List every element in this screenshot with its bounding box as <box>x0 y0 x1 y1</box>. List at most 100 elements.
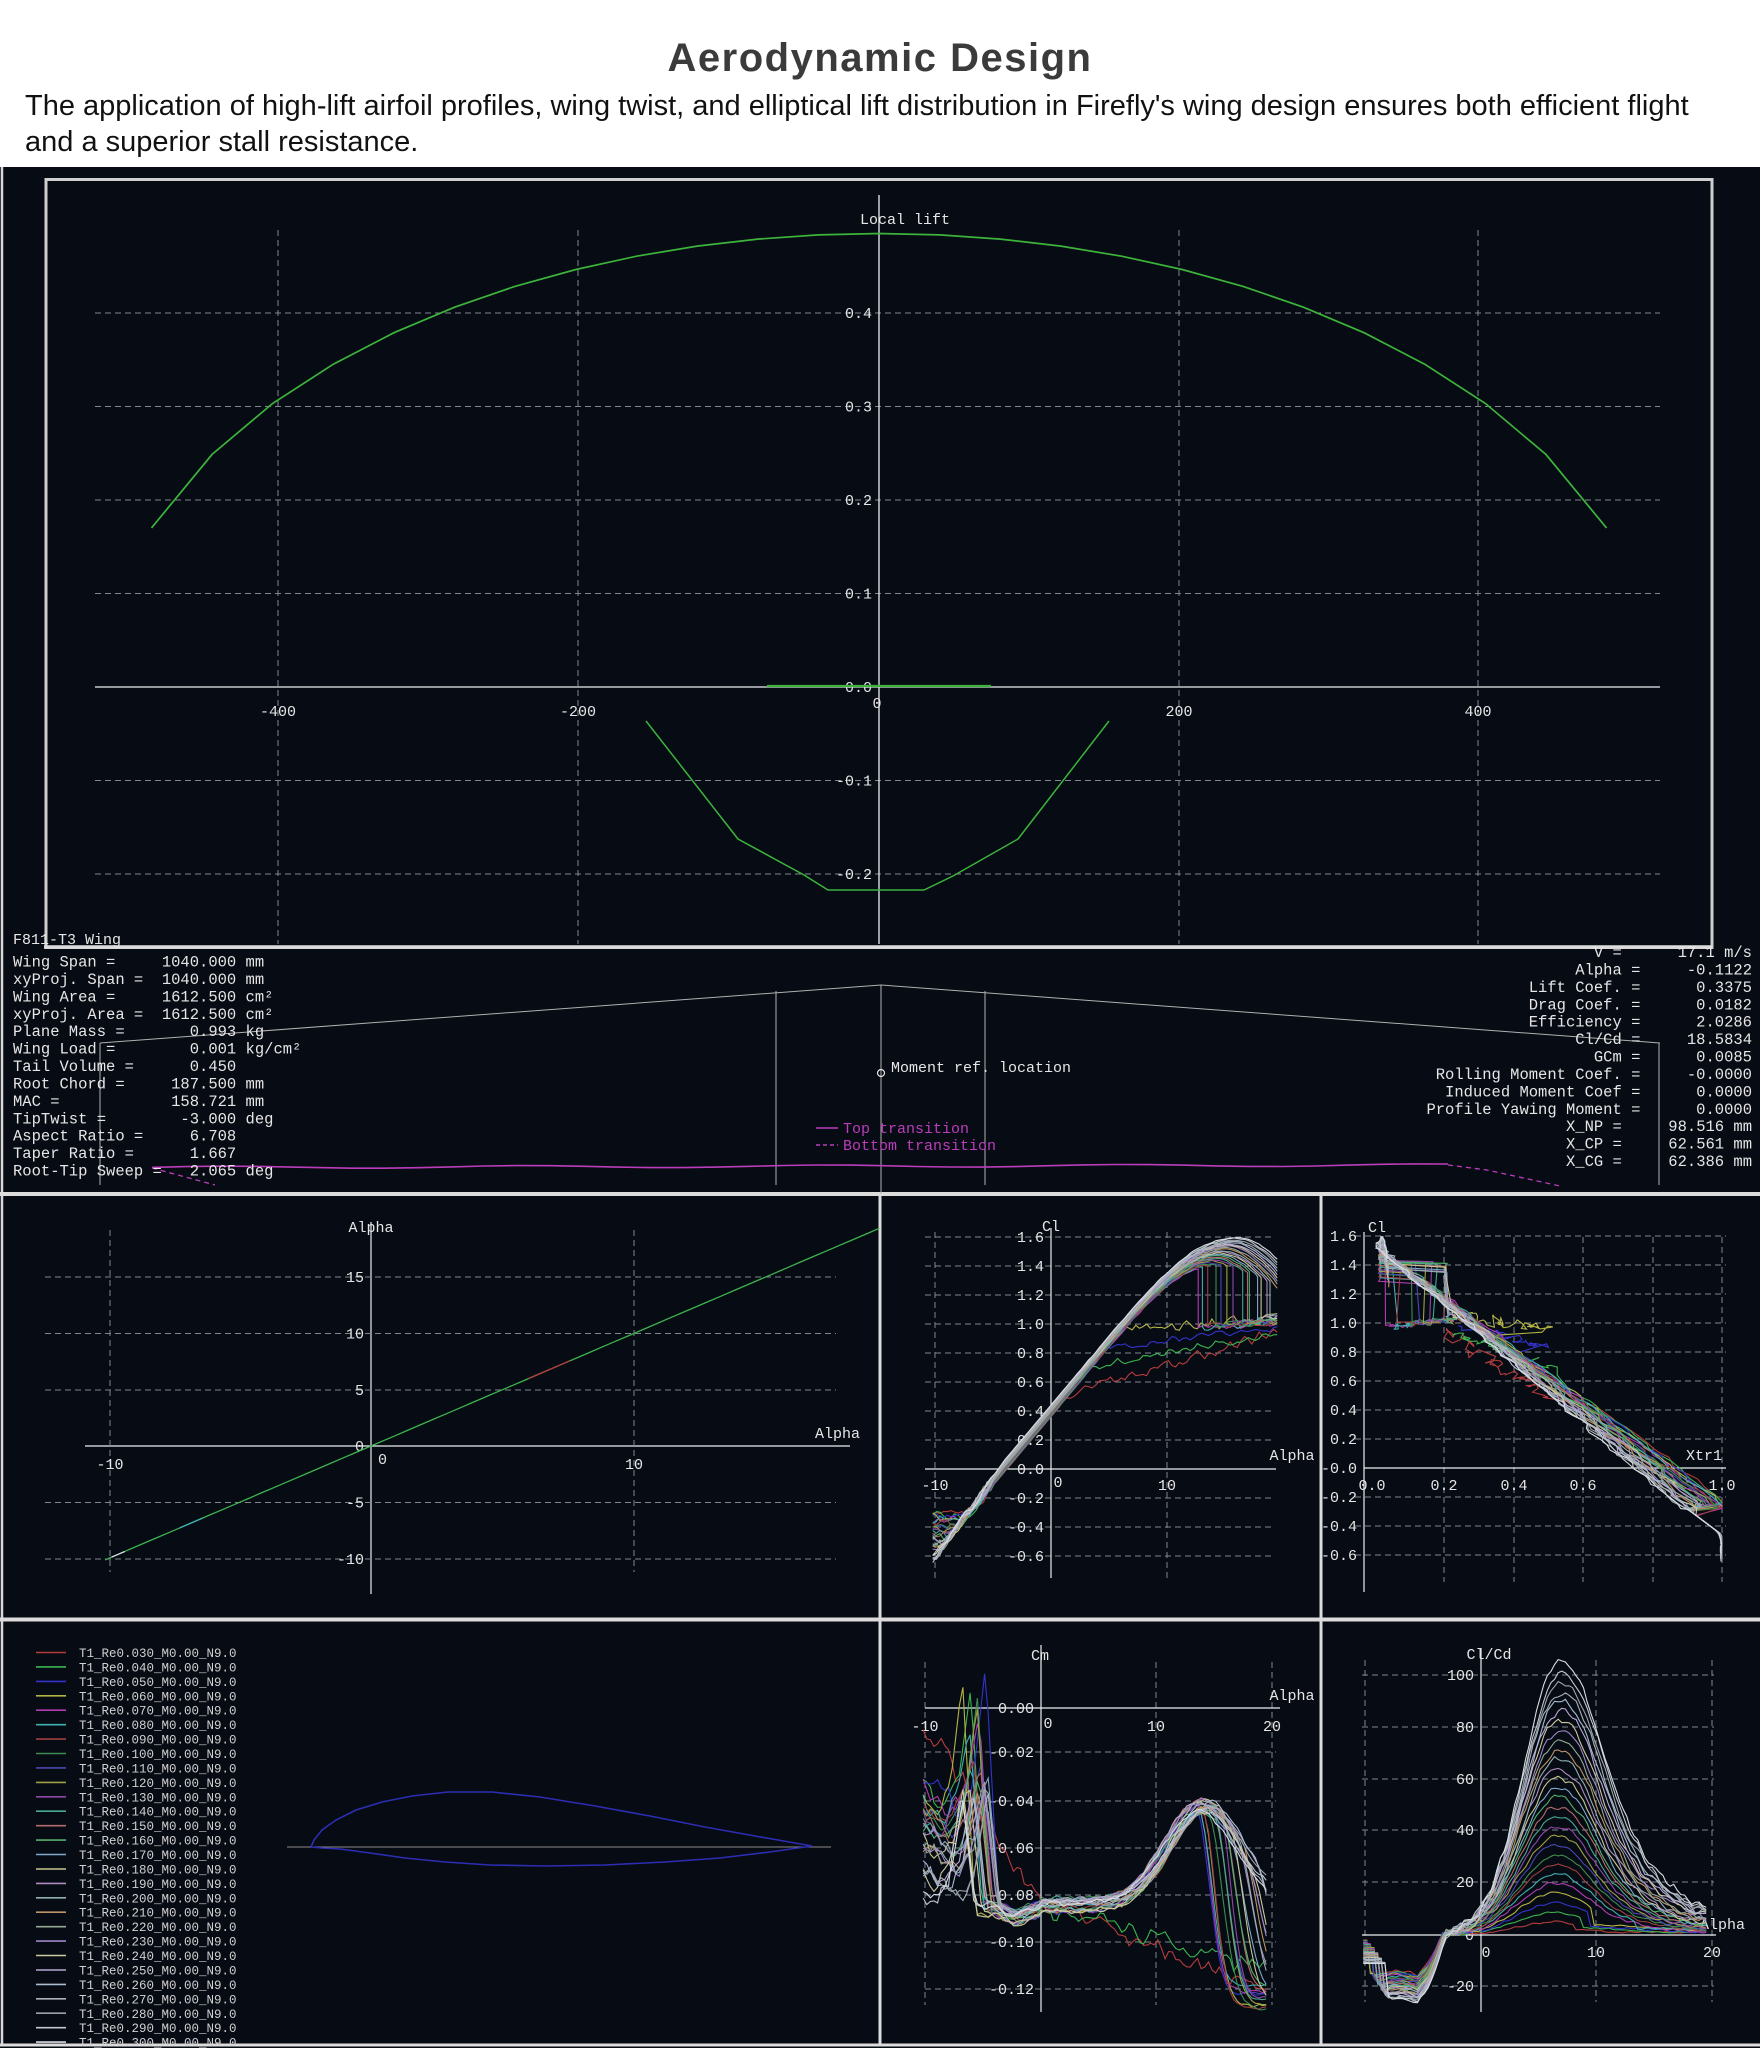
svg-text:-10: -10 <box>96 1457 123 1474</box>
svg-text:T1_Re0.160_M0.00_N9.0: T1_Re0.160_M0.00_N9.0 <box>79 1835 237 1849</box>
svg-text:Wing Area = 1612.500 cm²: Wing Area = 1612.500 cm² <box>13 988 273 1006</box>
svg-text:V = 17.1 m/s: V = 17.1 m/s <box>1594 944 1752 962</box>
svg-text:Cl: Cl <box>1368 1220 1386 1237</box>
svg-text:10: 10 <box>1587 1945 1605 1962</box>
svg-text:0: 0 <box>1053 1475 1062 1492</box>
svg-text:T1_Re0.220_M0.00_N9.0: T1_Re0.220_M0.00_N9.0 <box>79 1921 237 1935</box>
svg-text:xyProj. Span = 1040.000 mm: xyProj. Span = 1040.000 mm <box>13 971 264 989</box>
svg-text:0: 0 <box>355 1439 364 1456</box>
svg-text:T1_Re0.050_M0.00_N9.0: T1_Re0.050_M0.00_N9.0 <box>79 1676 237 1690</box>
svg-text:T1_Re0.190_M0.00_N9.0: T1_Re0.190_M0.00_N9.0 <box>79 1878 237 1892</box>
svg-text:Alpha = -0.1122: Alpha = -0.1122 <box>1575 961 1752 979</box>
svg-text:10: 10 <box>346 1327 364 1344</box>
svg-text:T1_Re0.120_M0.00_N9.0: T1_Re0.120_M0.00_N9.0 <box>79 1777 237 1791</box>
svg-text:Root-Tip Sweep = 2.065 deg: Root-Tip Sweep = 2.065 deg <box>13 1163 273 1181</box>
svg-text:0.2: 0.2 <box>1430 1478 1457 1495</box>
svg-text:Drag Coef. = 0.0182: Drag Coef. = 0.0182 <box>1529 996 1752 1014</box>
svg-text:T1_Re0.280_M0.00_N9.0: T1_Re0.280_M0.00_N9.0 <box>79 2008 237 2022</box>
svg-text:0.1: 0.1 <box>845 587 872 604</box>
svg-text:1.6: 1.6 <box>1330 1229 1357 1246</box>
svg-text:-10: -10 <box>337 1552 364 1569</box>
svg-text:-0.04: -0.04 <box>989 1794 1034 1811</box>
svg-text:T1_Re0.270_M0.00_N9.0: T1_Re0.270_M0.00_N9.0 <box>79 1993 237 2007</box>
svg-text:0.4: 0.4 <box>845 306 872 323</box>
svg-text:-0.10: -0.10 <box>989 1935 1034 1952</box>
svg-text:0.6: 0.6 <box>1330 1374 1357 1391</box>
svg-text:1.2: 1.2 <box>1017 1288 1044 1305</box>
svg-text:Profile Yawing Moment = 0: Profile Yawing Moment = 0.0000 <box>1426 1101 1752 1119</box>
svg-text:-0.0: -0.0 <box>1321 1461 1357 1478</box>
svg-text:-0.4: -0.4 <box>1008 1520 1044 1537</box>
svg-text:Moment ref. location: Moment ref. location <box>891 1060 1071 1077</box>
svg-text:T1_Re0.070_M0.00_N9.0: T1_Re0.070_M0.00_N9.0 <box>79 1705 237 1719</box>
svg-text:T1_Re0.200_M0.00_N9.0: T1_Re0.200_M0.00_N9.0 <box>79 1892 237 1906</box>
svg-text:Root Chord = 187.500 mm: Root Chord = 187.500 mm <box>13 1075 264 1093</box>
svg-text:20: 20 <box>1456 1875 1474 1892</box>
svg-text:GCm = 0.0085: GCm = 0.0085 <box>1594 1049 1752 1067</box>
svg-text:15: 15 <box>346 1270 364 1287</box>
svg-text:0.4: 0.4 <box>1500 1478 1527 1495</box>
svg-text:T1_Re0.130_M0.00_N9.0: T1_Re0.130_M0.00_N9.0 <box>79 1791 237 1805</box>
svg-text:Xtr1: Xtr1 <box>1686 1448 1722 1465</box>
svg-text:T1_Re0.030_M0.00_N9.0: T1_Re0.030_M0.00_N9.0 <box>79 1647 237 1661</box>
svg-text:X_CG = 62.386 mm: X_CG = 62.386 mm <box>1566 1153 1752 1171</box>
svg-text:Lift Coef. = 0.3375: Lift Coef. = 0.3375 <box>1529 979 1752 997</box>
svg-text:X_CP = 62.561 mm: X_CP = 62.561 mm <box>1566 1136 1752 1154</box>
svg-text:0: 0 <box>1481 1945 1490 1962</box>
svg-text:Tail Volume = 0.450: Tail Volume = 0.450 <box>13 1058 236 1076</box>
svg-text:-0.6: -0.6 <box>1321 1548 1357 1565</box>
svg-text:0.6: 0.6 <box>1569 1478 1596 1495</box>
svg-text:F811-T3 Wing: F811-T3 Wing <box>13 932 121 949</box>
svg-text:Cl/Cd: Cl/Cd <box>1466 1647 1511 1664</box>
svg-text:Local lift: Local lift <box>860 212 950 229</box>
svg-text:Alpha: Alpha <box>1700 1917 1745 1934</box>
svg-text:1.4: 1.4 <box>1017 1259 1044 1276</box>
svg-text:Alpha: Alpha <box>1269 1448 1314 1465</box>
svg-text:T1_Re0.170_M0.00_N9.0: T1_Re0.170_M0.00_N9.0 <box>79 1849 237 1863</box>
svg-text:0.8: 0.8 <box>1017 1346 1044 1363</box>
svg-text:Cl: Cl <box>1042 1219 1060 1236</box>
svg-text:Wing Load = 0.001 kg/cm: Wing Load = 0.001 kg/cm² <box>13 1041 301 1059</box>
svg-text:T1_Re0.100_M0.00_N9.0: T1_Re0.100_M0.00_N9.0 <box>79 1748 237 1762</box>
svg-text:T1_Re0.210_M0.00_N9.0: T1_Re0.210_M0.00_N9.0 <box>79 1907 237 1921</box>
svg-text:-0.02: -0.02 <box>989 1745 1034 1762</box>
svg-text:400: 400 <box>1464 704 1491 721</box>
svg-text:20: 20 <box>1263 1719 1281 1736</box>
svg-text:MAC = 158.721 mm: MAC = 158.721 mm <box>13 1093 264 1111</box>
svg-text:Plane Mass = 0.993 kg: Plane Mass = 0.993 kg <box>13 1023 264 1041</box>
svg-text:100: 100 <box>1447 1668 1474 1685</box>
svg-text:-0.4: -0.4 <box>1321 1519 1357 1536</box>
svg-text:0.2: 0.2 <box>845 493 872 510</box>
svg-text:Efficiency = 2.0286: Efficiency = 2.0286 <box>1529 1014 1752 1032</box>
svg-text:10: 10 <box>1158 1478 1176 1495</box>
svg-text:Alpha: Alpha <box>1269 1688 1314 1705</box>
svg-text:-10: -10 <box>921 1478 948 1495</box>
svg-text:T1_Re0.080_M0.00_N9.0: T1_Re0.080_M0.00_N9.0 <box>79 1719 237 1733</box>
svg-text:1.0: 1.0 <box>1330 1316 1357 1333</box>
svg-text:0.8: 0.8 <box>1330 1345 1357 1362</box>
svg-text:-0.2: -0.2 <box>1008 1491 1044 1508</box>
svg-text:Alpha: Alpha <box>348 1220 393 1237</box>
svg-text:5: 5 <box>355 1383 364 1400</box>
svg-text:-0.6: -0.6 <box>1008 1549 1044 1566</box>
svg-text:-200: -200 <box>560 704 596 721</box>
svg-text:Alpha: Alpha <box>815 1426 860 1443</box>
svg-text:TipTwist = -3.000 deg: TipTwist = -3.000 deg <box>13 1110 273 1128</box>
svg-text:Aspect Ratio = 6.708: Aspect Ratio = 6.708 <box>13 1128 236 1146</box>
svg-text:0: 0 <box>872 696 881 713</box>
svg-text:20: 20 <box>1703 1945 1721 1962</box>
svg-text:T1_Re0.290_M0.00_N9.0: T1_Re0.290_M0.00_N9.0 <box>79 2022 237 2036</box>
svg-text:1.2: 1.2 <box>1330 1287 1357 1304</box>
svg-text:10: 10 <box>1147 1719 1165 1736</box>
svg-text:T1_Re0.060_M0.00_N9.0: T1_Re0.060_M0.00_N9.0 <box>79 1690 237 1704</box>
svg-text:200: 200 <box>1165 704 1192 721</box>
svg-text:-20: -20 <box>1447 1979 1474 1996</box>
svg-text:60: 60 <box>1456 1772 1474 1789</box>
svg-text:Top transition: Top transition <box>843 1121 969 1138</box>
svg-text:0.2: 0.2 <box>1330 1432 1357 1449</box>
svg-text:T1_Re0.230_M0.00_N9.0: T1_Re0.230_M0.00_N9.0 <box>79 1936 237 1950</box>
svg-text:Cl/Cd = 18.5834: Cl/Cd = 18.5834 <box>1575 1031 1752 1049</box>
svg-text:0.0: 0.0 <box>1017 1462 1044 1479</box>
svg-text:0.00: 0.00 <box>998 1701 1034 1718</box>
svg-text:T1_Re0.300_M0.00_N9.0: T1_Re0.300_M0.00_N9.0 <box>79 2037 237 2048</box>
